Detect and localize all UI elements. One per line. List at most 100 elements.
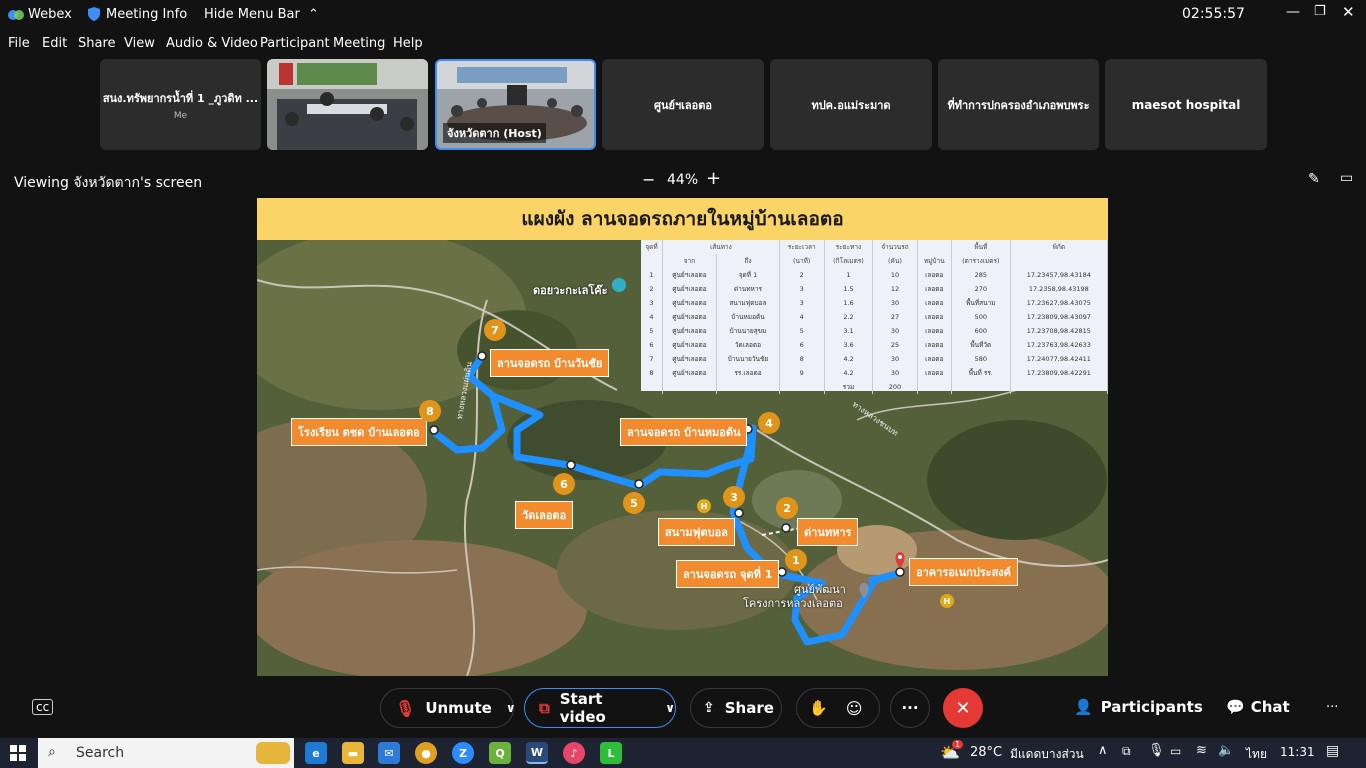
table-header-cell: พื้นที่ [951, 240, 1011, 254]
table-cell: จุดที่ 1 [716, 268, 780, 282]
table-cell: 270 [951, 282, 1011, 296]
mail-icon[interactable]: ✉ [378, 742, 400, 764]
end-call-button[interactable]: ✕ [943, 688, 983, 728]
table-cell: 500 [951, 310, 1011, 324]
more-panels-icon[interactable]: ··· [1326, 700, 1338, 715]
chevron-down-icon[interactable]: ∨ [665, 701, 675, 715]
pin-4: 4 [758, 412, 780, 434]
participant-tile-host[interactable]: จังหวัดตาก (Host) [435, 59, 596, 150]
meeting-info-button[interactable]: Meeting Info [106, 7, 187, 22]
itunes-icon[interactable]: ♪ [563, 742, 585, 764]
label-football-3: สนามฟุตบอล [658, 518, 735, 546]
table-cell: 4 [779, 310, 825, 324]
participant-tile-maesot[interactable]: maesot hospital [1105, 59, 1267, 150]
share-button[interactable]: ⇪ Share [690, 688, 782, 728]
hide-menu-bar-button[interactable]: Hide Menu Bar ⌃ [204, 7, 319, 22]
menu-participant[interactable]: Participant [260, 36, 330, 51]
participant-sub: Me [173, 110, 188, 121]
unmute-button[interactable]: 🎙 Unmute ∨ [380, 688, 516, 728]
table-cell: 4 [641, 310, 663, 324]
tray-app-icon[interactable]: ⧉ [1122, 744, 1131, 759]
more-icon: ··· [901, 699, 919, 717]
label-checkpoint-2: ด่านทหาร [797, 518, 859, 546]
participant-tile-phopphra[interactable]: ที่ทำการปกครองอำเภอพบพระ [938, 59, 1099, 150]
zoom-in-button[interactable]: + [706, 168, 721, 189]
search-placeholder: Search [76, 745, 125, 761]
pin-8: 8 [419, 400, 441, 422]
pin-3: 3 [723, 486, 745, 508]
webex-taskbar-icon[interactable]: W [526, 742, 548, 764]
participant-tile-video[interactable] [267, 59, 428, 150]
mic-muted-icon: 🎙 [395, 698, 416, 718]
minimize-icon[interactable]: — [1286, 4, 1300, 20]
participant-tile-me[interactable]: สนง.ทรัพยากรน้ำที่ 1 _ภูวดิท ... Me [100, 59, 261, 150]
pin-5: 5 [623, 492, 645, 514]
volume-icon[interactable]: 🔈 [1218, 743, 1234, 758]
participant-tile-lertor[interactable]: ศูนย์ฯเลอตอ [602, 59, 764, 150]
table-cell: 2 [641, 282, 663, 296]
mic-icon[interactable]: 🎙 [1148, 743, 1165, 758]
table-cell: บ้านนายวันชัย [716, 352, 780, 366]
system-clock[interactable]: 11:31 [1280, 745, 1315, 759]
reactions-button[interactable]: ✋ ☺ [796, 688, 880, 728]
tray-chevron-icon[interactable]: ∧ [1098, 743, 1108, 758]
table-cell: 30 [872, 366, 918, 380]
table-cell: 17.23809,98.42291 [1010, 366, 1108, 380]
participants-button[interactable]: 👤 Participants [1074, 698, 1203, 716]
menu-help[interactable]: Help [393, 36, 423, 51]
menu-share[interactable]: Share [78, 36, 116, 51]
view-options-icon[interactable]: ▭ [1340, 170, 1353, 186]
table-cell: 17.2358,98.43198 [1010, 282, 1108, 296]
close-icon[interactable]: ✕ [1342, 3, 1355, 21]
edge-icon[interactable]: e [305, 742, 327, 764]
table-subheader-cell: (ตารางเมตร) [951, 254, 1011, 268]
line-icon[interactable]: L [600, 742, 622, 764]
raise-hand-icon[interactable]: ✋ [809, 699, 828, 717]
search-highlight-image [256, 742, 290, 764]
table-cell: ศูนย์ฯเลอตอ [662, 366, 717, 380]
table-cell: ศูนย์ฯเลอตอ [662, 310, 717, 324]
search-box[interactable]: ⌕ Search [38, 738, 294, 768]
participant-name: จังหวัดตาก (Host) [443, 123, 546, 143]
unmute-label: Unmute [425, 699, 492, 717]
qgis-icon[interactable]: Q [489, 742, 511, 764]
menu-view[interactable]: View [124, 36, 155, 51]
table-cell: ศูนย์ฯเลอตอ [662, 296, 717, 310]
zoom-out-button[interactable]: − [642, 170, 655, 189]
menu-audio-video[interactable]: Audio & Video [166, 36, 258, 51]
hide-menu-label: Hide Menu Bar [204, 7, 300, 22]
chat-button[interactable]: 💬 Chat [1226, 698, 1290, 716]
notification-icon[interactable]: ▤ [1326, 743, 1339, 759]
file-explorer-icon[interactable]: ▬ [342, 742, 364, 764]
more-options-button[interactable]: ··· [890, 688, 930, 728]
table-subheader-cell: (นาที) [779, 254, 825, 268]
weather-temp: 28°C [970, 745, 1003, 760]
windows-start-icon[interactable] [10, 745, 26, 765]
menu-file[interactable]: File [8, 36, 30, 51]
annotate-icon[interactable]: ✎ [1308, 171, 1320, 187]
start-video-button[interactable]: ⧉ Start video ∨ [524, 688, 676, 728]
maximize-icon[interactable]: ❐ [1314, 4, 1326, 19]
table-subheader-cell [1010, 254, 1108, 268]
table-cell: เลอตอ [917, 366, 952, 380]
menu-edit[interactable]: Edit [42, 36, 67, 51]
table-cell: 10 [872, 268, 918, 282]
table-row: 6 ศูนย์ฯเลอตอ วัดเลอตอ 6 3.6 25 เลอตอ พื้นที่วั… [641, 338, 1108, 352]
participant-tile-maeramat[interactable]: ทปค.อแม่ระมาด [770, 59, 932, 150]
battery-icon[interactable]: ▭ [1170, 744, 1181, 758]
emoji-icon[interactable]: ☺ [846, 699, 863, 718]
slide-title: แผงผัง ลานจอดรถภายในหมู่บ้านเลอตอ [257, 198, 1108, 240]
menu-meeting[interactable]: Meeting [333, 36, 385, 51]
table-cell: 8 [641, 366, 663, 380]
chrome-icon[interactable]: ● [415, 742, 437, 764]
chevron-down-icon[interactable]: ∨ [506, 701, 516, 715]
language-indicator[interactable]: ไทย [1246, 745, 1267, 764]
table-cell: เลอตอ [917, 282, 952, 296]
zoom-icon[interactable]: Z [452, 742, 474, 764]
captions-icon[interactable]: cc [32, 699, 54, 715]
wifi-icon[interactable]: ≋ [1196, 743, 1207, 758]
table-cell: 5 [641, 324, 663, 338]
table-cell: ศูนย์ฯเลอตอ [662, 282, 717, 296]
table-subheader-cell: จาก [662, 254, 717, 268]
taskbar: ⌕ Search e ▬ ✉ ● Z Q W ♪ L ⛅ 1 28°C มีแด… [0, 738, 1366, 768]
